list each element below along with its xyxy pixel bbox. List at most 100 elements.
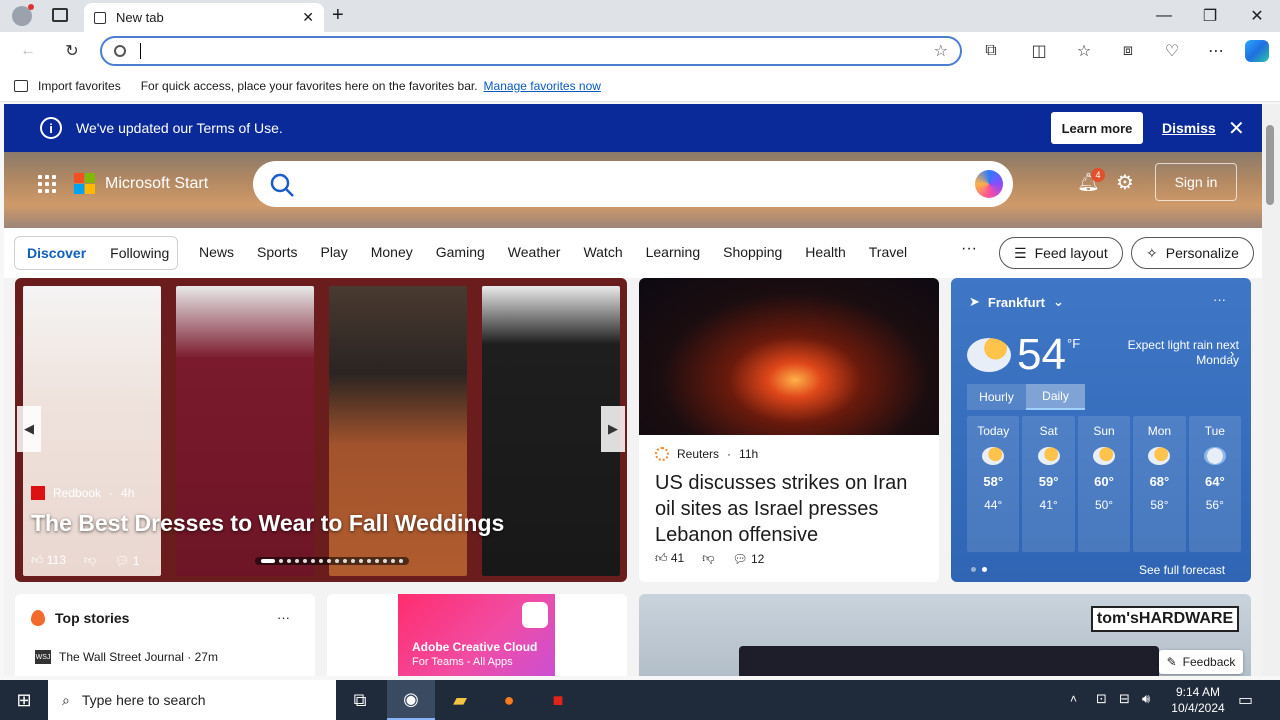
- tab-actions-icon[interactable]: [52, 8, 68, 22]
- nav-item-gaming[interactable]: Gaming: [436, 244, 485, 260]
- notifications-icon[interactable]: ▭: [1238, 690, 1253, 710]
- edge-icon[interactable]: ◉: [387, 680, 435, 720]
- weather-card[interactable]: ➤ Frankfurt ⌄ ··· 54 °F Expect light rai…: [951, 278, 1251, 582]
- close-window-button[interactable]: ✕: [1234, 0, 1280, 32]
- weather-alert-note[interactable]: Expect light rain next Monday: [1121, 338, 1239, 368]
- restore-button[interactable]: ❐: [1187, 0, 1233, 32]
- news-title[interactable]: US discusses strikes on Iran oil sites a…: [655, 470, 925, 548]
- refresh-button[interactable]: ↻: [58, 38, 86, 64]
- news-source-name: Reuters: [677, 447, 720, 461]
- comment-button[interactable]: 💬︎ 12: [732, 552, 764, 566]
- task-view-icon[interactable]: ⧉: [336, 680, 384, 720]
- tab-new-tab[interactable]: New tab ✕: [84, 3, 324, 32]
- carousel-prev-button[interactable]: ◀: [17, 406, 41, 452]
- settings-menu-icon[interactable]: ⋯: [1202, 38, 1230, 64]
- feedback-button[interactable]: ✎ Feedback: [1159, 650, 1243, 674]
- nav-item-travel[interactable]: Travel: [869, 244, 907, 260]
- taskbar-search[interactable]: ⌕ Type here to search: [48, 680, 336, 720]
- like-button[interactable]: 👍︎ 41: [655, 551, 684, 566]
- tab-hourly[interactable]: Hourly: [967, 384, 1026, 410]
- like-button[interactable]: 👍︎ 113: [31, 553, 66, 568]
- day-high: 59°: [1038, 474, 1059, 489]
- import-favorites-icon: [14, 79, 28, 92]
- forecast-day[interactable]: Sat 59° 41°: [1022, 416, 1075, 552]
- ad-card[interactable]: Adobe Creative Cloud For Teams - All App…: [327, 594, 627, 676]
- file-explorer-icon[interactable]: ▰: [436, 680, 484, 720]
- nav-item-play[interactable]: Play: [320, 244, 347, 260]
- brand: Microsoft Start: [38, 173, 208, 194]
- nav-item-sports[interactable]: Sports: [257, 244, 297, 260]
- copilot-search-icon[interactable]: [975, 170, 1003, 198]
- temp-unit[interactable]: °F: [1067, 336, 1080, 351]
- forecast-day[interactable]: Today 58° 44°: [967, 416, 1020, 552]
- manage-favorites-link[interactable]: Manage favorites now: [484, 79, 601, 93]
- nav-item-watch[interactable]: Watch: [583, 244, 622, 260]
- nav-item-weather[interactable]: Weather: [508, 244, 561, 260]
- forecast-day[interactable]: Sun 60° 50°: [1077, 416, 1131, 552]
- day-low: 58°: [1150, 498, 1169, 512]
- collections-icon[interactable]: ⧈: [1114, 38, 1142, 64]
- toms-hardware-card[interactable]: tom'sHARDWARE ✎ Feedback: [639, 594, 1251, 676]
- tab-following[interactable]: Following: [98, 245, 181, 261]
- copilot-icon[interactable]: [1245, 40, 1269, 62]
- weather-location[interactable]: ➤ Frankfurt ⌄: [969, 294, 1064, 310]
- volume-icon[interactable]: 🔊︎: [1142, 691, 1150, 707]
- network-icon[interactable]: ⊟: [1119, 691, 1130, 707]
- favorites-icon[interactable]: ☆: [1070, 38, 1098, 64]
- nav-item-news[interactable]: News: [199, 244, 234, 260]
- hero-title[interactable]: The Best Dresses to Wear to Fall Wedding…: [31, 510, 504, 537]
- dismiss-link[interactable]: Dismiss: [1162, 120, 1216, 136]
- apps-launcher-icon[interactable]: [38, 174, 56, 193]
- scrollbar-thumb[interactable]: [1266, 125, 1274, 205]
- close-tab-icon[interactable]: ✕: [302, 9, 314, 26]
- day-name: Mon: [1147, 424, 1172, 438]
- minimize-button[interactable]: —: [1141, 0, 1187, 32]
- acrobat-icon[interactable]: ■: [534, 680, 582, 720]
- nav-item-learning[interactable]: Learning: [646, 244, 701, 260]
- nav-item-shopping[interactable]: Shopping: [723, 244, 782, 260]
- weather-pager[interactable]: [971, 567, 987, 572]
- browser-essentials-icon[interactable]: ♡: [1158, 38, 1186, 64]
- ad-title: Adobe Creative Cloud: [412, 640, 538, 654]
- hero-story-card[interactable]: ◀ ▶ Redbook · 4h The Best Dresses to Wea…: [15, 278, 627, 582]
- firefox-icon[interactable]: ●: [485, 680, 533, 720]
- taskbar-clock[interactable]: 9:14 AM 10/4/2024: [1160, 684, 1236, 716]
- tray-chevron-icon[interactable]: ˄: [1070, 692, 1077, 706]
- personalize-button[interactable]: ✧ Personalize: [1131, 237, 1254, 269]
- dislike-button[interactable]: 👎︎: [702, 551, 714, 566]
- carousel-pager[interactable]: [255, 557, 409, 565]
- dislike-button[interactable]: 👎︎: [84, 553, 96, 568]
- tab-discover[interactable]: Discover: [15, 245, 98, 261]
- learn-more-button[interactable]: Learn more: [1051, 112, 1143, 144]
- nav-more-button[interactable]: ···: [961, 240, 977, 258]
- feed-layout-button[interactable]: ☰ Feed layout: [999, 237, 1123, 269]
- favorite-star-icon[interactable]: ☆: [934, 41, 948, 61]
- new-tab-button[interactable]: +: [332, 4, 344, 27]
- weather-more-icon[interactable]: ···: [1213, 292, 1226, 307]
- comment-button[interactable]: 💬︎ 1: [114, 554, 139, 568]
- news-story-card[interactable]: Reuters · 11h US discusses strikes on Ir…: [639, 278, 939, 582]
- day-name: Sun: [1093, 424, 1115, 438]
- extensions-icon[interactable]: ⧉: [977, 38, 1005, 64]
- chevron-right-icon[interactable]: ›: [1230, 346, 1234, 361]
- split-screen-icon[interactable]: ◫: [1025, 38, 1053, 64]
- forecast-day[interactable]: Mon 68° 58°: [1133, 416, 1186, 552]
- forecast-day[interactable]: Tue 64° 56°: [1188, 416, 1242, 552]
- back-button[interactable]: ←: [14, 38, 42, 64]
- address-bar[interactable]: ☆: [100, 36, 962, 66]
- see-full-forecast-link[interactable]: See full forecast: [1139, 563, 1225, 577]
- close-icon[interactable]: ✕: [1228, 116, 1245, 141]
- tab-daily[interactable]: Daily: [1026, 384, 1085, 410]
- nav-item-health[interactable]: Health: [805, 244, 845, 260]
- top-stories-more-icon[interactable]: ···: [277, 610, 290, 625]
- nav-item-money[interactable]: Money: [371, 244, 413, 260]
- sign-in-button[interactable]: Sign in: [1155, 163, 1237, 201]
- web-search-box[interactable]: [253, 161, 1013, 207]
- adobe-ad-image[interactable]: Adobe Creative Cloud For Teams - All App…: [398, 594, 555, 676]
- brand-name[interactable]: Microsoft Start: [105, 175, 208, 193]
- gear-icon[interactable]: ⚙: [1116, 170, 1134, 195]
- import-favorites-button[interactable]: Import favorites: [38, 79, 121, 93]
- windows-start-icon[interactable]: ⊞: [0, 680, 48, 720]
- tray-app-icon[interactable]: ⊡: [1096, 691, 1107, 707]
- carousel-next-button[interactable]: ▶: [601, 406, 625, 452]
